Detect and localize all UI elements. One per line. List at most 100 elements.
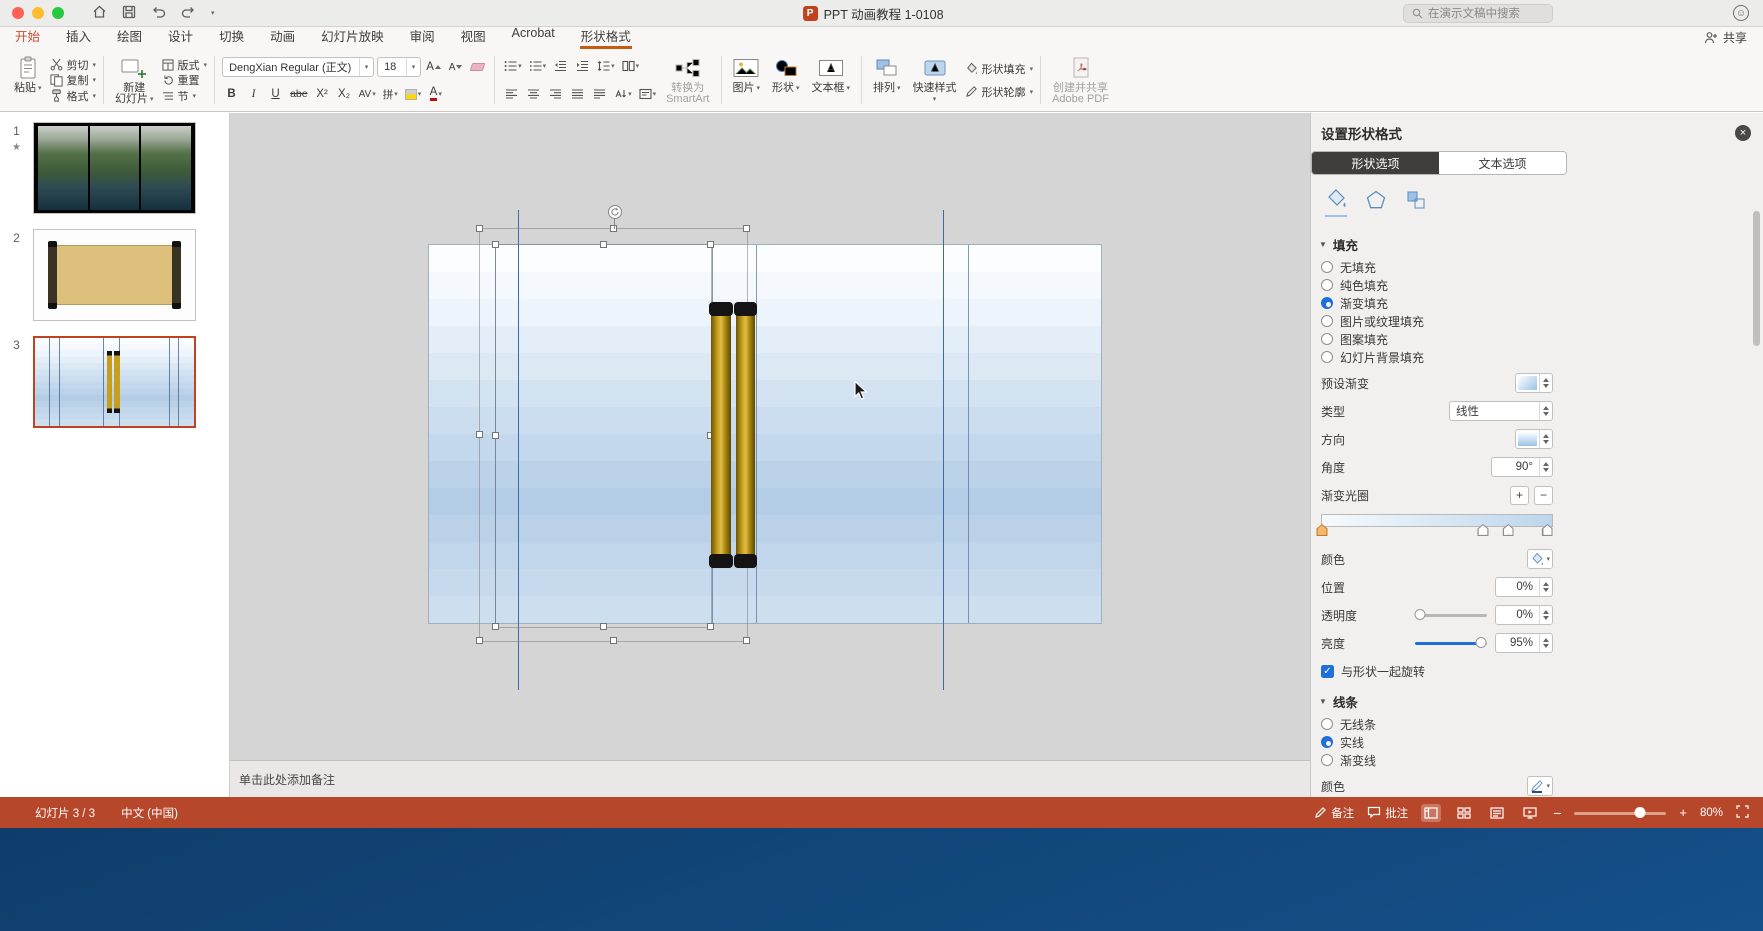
line-color-dropdown[interactable]: ▾ — [1527, 776, 1553, 796]
slide-thumbnail-2[interactable] — [33, 229, 196, 321]
increase-font-size-button[interactable]: A — [424, 58, 443, 76]
reset-button[interactable]: 重置 — [162, 73, 208, 88]
layout-button[interactable]: 版式▾ — [162, 57, 208, 72]
preset-gradient-dropdown[interactable] — [1515, 373, 1553, 393]
subscript-button[interactable]: X₂ — [335, 85, 354, 103]
convert-to-smartart-button[interactable]: 转换为SmartArt — [660, 51, 715, 109]
align-left-button[interactable] — [502, 85, 521, 103]
gradient-stops-editor[interactable] — [1321, 514, 1553, 536]
slider-thumb[interactable] — [1476, 637, 1487, 648]
quick-styles-button[interactable]: 快速样式▾ — [907, 51, 963, 109]
redo-icon[interactable] — [181, 5, 196, 21]
shapes-button[interactable]: 形状▾ — [766, 51, 806, 109]
align-center-button[interactable] — [524, 85, 543, 103]
feedback-smiley-icon[interactable]: ☺ — [1733, 5, 1749, 21]
textbox-button[interactable]: 文本框▾ — [806, 51, 857, 109]
fill-option-5[interactable]: 图案填充 — [1321, 330, 1763, 348]
justify-button[interactable] — [568, 85, 587, 103]
ribbon-tab-动画[interactable]: 动画 — [269, 24, 296, 49]
font-color-button[interactable]: A▾ — [426, 85, 445, 103]
panel-scrollbar[interactable] — [1753, 211, 1760, 346]
home-icon[interactable] — [92, 4, 107, 22]
fill-option-3[interactable]: 渐变填充 — [1321, 294, 1763, 312]
notes-toggle-button[interactable]: 备注 — [1314, 805, 1354, 821]
text-direction-button[interactable]: ▾ — [612, 85, 634, 103]
shape-outline-button[interactable]: 形状轮廓▾ — [965, 84, 1034, 99]
selection-handle[interactable] — [743, 637, 750, 644]
size-properties-tab-icon[interactable] — [1405, 189, 1427, 217]
transparency-slider[interactable] — [1415, 609, 1487, 621]
transparency-stepper[interactable]: 0% — [1495, 605, 1553, 625]
reading-view-button[interactable] — [1487, 804, 1507, 822]
fill-color-dropdown[interactable]: ▾ — [1527, 549, 1553, 569]
columns-button[interactable]: ▾ — [620, 57, 642, 75]
ribbon-tab-形状格式[interactable]: 形状格式 — [580, 24, 632, 49]
text-highlight-button[interactable]: ▾ — [403, 85, 424, 103]
ribbon-tab-插入[interactable]: 插入 — [65, 24, 92, 49]
decrease-font-size-button[interactable]: A — [446, 58, 465, 76]
tab-shape-options[interactable]: 形状选项 — [1312, 152, 1439, 174]
fill-option-1[interactable]: 无填充 — [1321, 258, 1763, 276]
section-button[interactable]: 节▾ — [162, 88, 208, 103]
rotation-handle[interactable] — [608, 205, 622, 219]
add-gradient-stop-button[interactable]: + — [1510, 486, 1529, 505]
character-spacing-button[interactable]: AV▾ — [357, 85, 378, 103]
selection-handle[interactable] — [610, 637, 617, 644]
search-input[interactable]: 在演示文稿中搜索 — [1403, 4, 1553, 23]
line-section-header[interactable]: ▼ 线条 — [1319, 692, 1763, 711]
rotate-with-shape-row[interactable]: ✓ 与形状一起旋转 — [1321, 660, 1553, 682]
ribbon-tab-Acrobat[interactable]: Acrobat — [511, 24, 556, 49]
zoom-percentage[interactable]: 80% — [1700, 807, 1723, 819]
zoom-slider[interactable] — [1574, 807, 1666, 819]
arrange-button[interactable]: 排列▾ — [867, 51, 907, 109]
close-window-button[interactable] — [12, 7, 24, 19]
increase-indent-button[interactable] — [573, 57, 592, 75]
fill-option-6[interactable]: 幻灯片背景填充 — [1321, 348, 1763, 366]
slide-canvas[interactable]: 单击此处添加备注 — [230, 113, 1310, 797]
brightness-slider[interactable] — [1415, 637, 1487, 649]
line-option-2[interactable]: 实线 — [1321, 733, 1763, 751]
fit-slide-to-window-button[interactable] — [1736, 805, 1749, 821]
bullets-button[interactable]: ▾ — [502, 57, 524, 75]
font-size-combo[interactable]: 18▾ — [377, 57, 421, 77]
share-button[interactable]: 共享 — [1704, 29, 1747, 46]
tab-text-options[interactable]: 文本选项 — [1439, 152, 1566, 174]
copy-button[interactable]: 复制▾ — [50, 73, 97, 88]
paste-button[interactable]: 粘贴▾ — [8, 51, 48, 109]
decrease-indent-button[interactable] — [551, 57, 570, 75]
effects-tab-icon[interactable] — [1365, 189, 1387, 217]
format-painter-button[interactable]: 格式▾ — [50, 88, 97, 103]
ribbon-tab-切换[interactable]: 切换 — [218, 24, 245, 49]
italic-button[interactable]: I — [244, 85, 263, 103]
strikethrough-button[interactable]: abe — [288, 85, 310, 103]
line-option-3[interactable]: 渐变线 — [1321, 751, 1763, 769]
numbering-button[interactable]: ▾ — [527, 57, 549, 75]
selection-box-outer[interactable] — [480, 229, 747, 641]
scroll-rod-shape[interactable] — [711, 302, 755, 568]
cut-button[interactable]: 剪切▾ — [50, 57, 97, 72]
selection-handle[interactable] — [476, 637, 483, 644]
gradient-stop-2[interactable] — [1478, 524, 1489, 536]
close-panel-button[interactable]: × — [1735, 125, 1751, 141]
superscript-button[interactable]: X² — [313, 85, 332, 103]
line-option-1[interactable]: 无线条 — [1321, 715, 1763, 733]
font-name-combo[interactable]: DengXian Regular (正文)▾ — [222, 57, 374, 77]
ribbon-tab-设计[interactable]: 设计 — [167, 24, 194, 49]
save-icon[interactable] — [122, 5, 136, 22]
phonetic-guide-button[interactable]: 拼▾ — [381, 85, 400, 103]
underline-button[interactable]: U — [266, 85, 285, 103]
ribbon-tab-审阅[interactable]: 审阅 — [409, 24, 436, 49]
picture-button[interactable]: 图片▾ — [727, 51, 767, 109]
zoom-window-button[interactable] — [52, 7, 64, 19]
slideshow-view-button[interactable] — [1520, 804, 1540, 822]
zoom-out-button[interactable]: − — [1553, 805, 1561, 821]
normal-view-button[interactable] — [1421, 804, 1441, 822]
gradient-stops-bar[interactable] — [1321, 514, 1553, 527]
angle-stepper[interactable]: 90° — [1491, 457, 1553, 477]
toolbar-customize-chevron-icon[interactable]: ▾ — [211, 9, 215, 17]
fill-option-2[interactable]: 纯色填充 — [1321, 276, 1763, 294]
selection-handle[interactable] — [743, 225, 750, 232]
minimize-window-button[interactable] — [32, 7, 44, 19]
clear-formatting-button[interactable] — [468, 58, 487, 76]
ribbon-tab-视图[interactable]: 视图 — [460, 24, 487, 49]
